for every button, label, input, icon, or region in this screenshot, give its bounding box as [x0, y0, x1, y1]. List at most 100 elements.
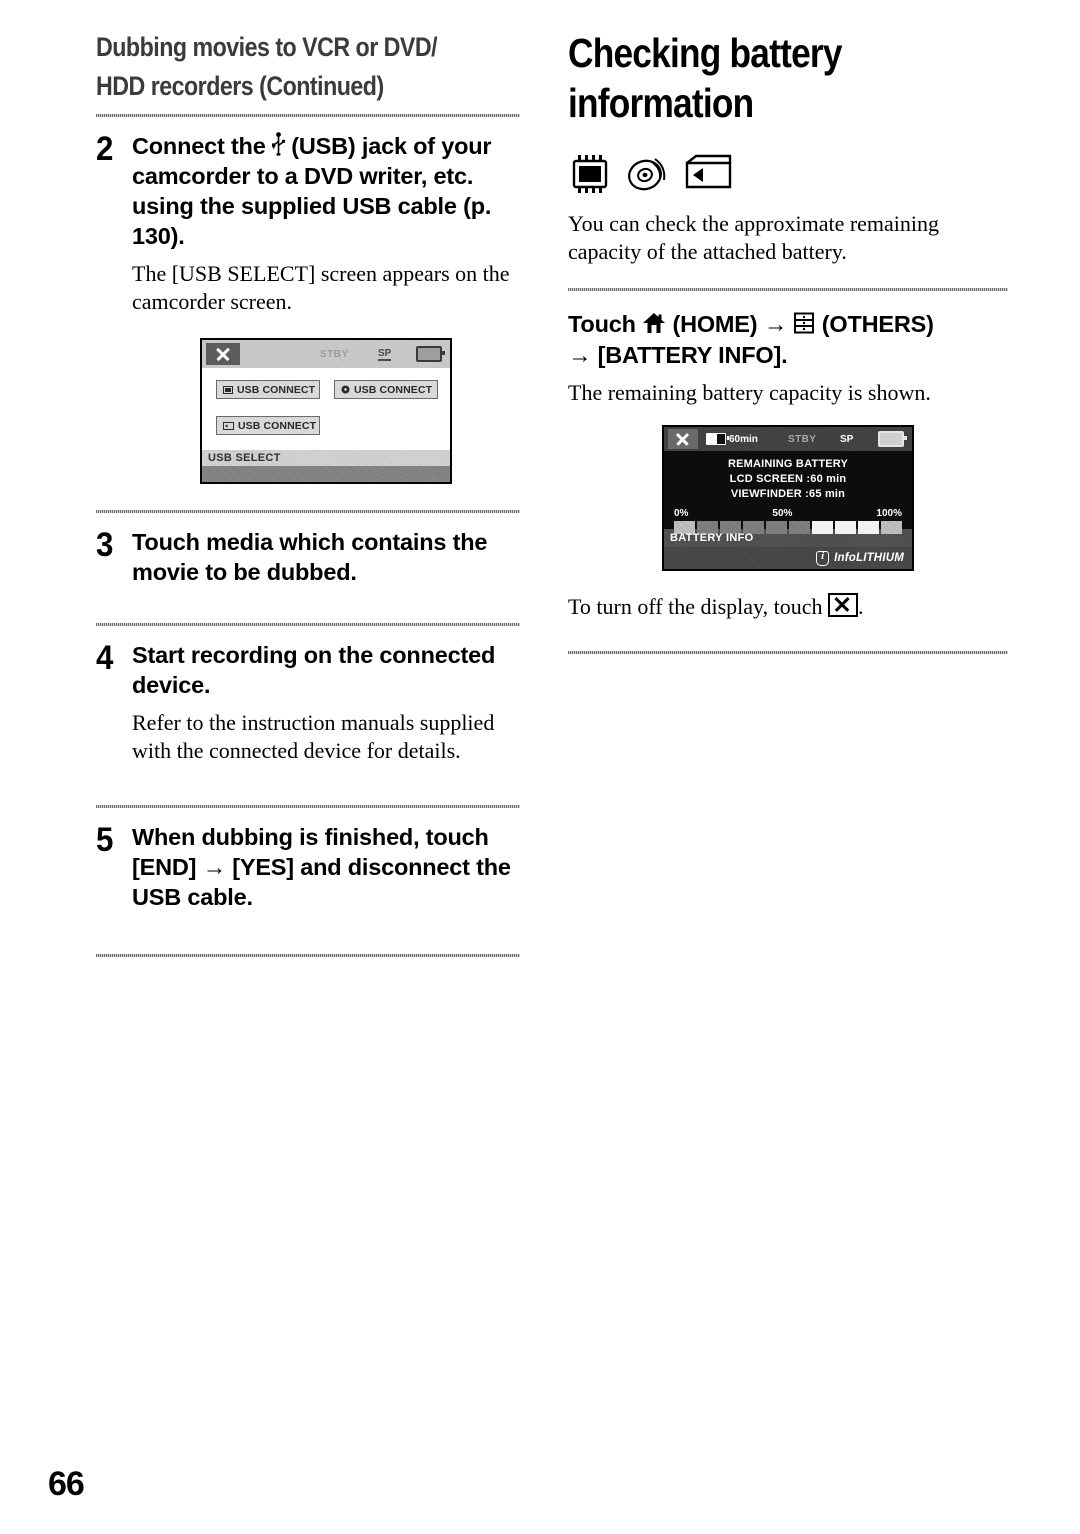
battery-info-body: REMAINING BATTERY LCD SCREEN :60 min VIE… [664, 451, 912, 534]
hdd-icon [568, 154, 612, 194]
page-title: Checking battery information [568, 28, 1007, 128]
step-5-body: When dubbing is finished, touch [END] → … [132, 822, 520, 912]
close-x-icon [827, 593, 858, 617]
usb-screen-topbar: STBY SP [202, 340, 450, 368]
usb-connect-disc-button[interactable]: USB CONNECT [334, 380, 438, 399]
after-touch-text: The remaining battery capacity is shown. [568, 380, 931, 405]
touch-prefix: Touch [568, 311, 636, 337]
remaining-battery-title: REMAINING BATTERY [727, 458, 849, 470]
viewfinder-time: VIEWFINDER :65 min [730, 488, 846, 500]
page-title-line-1: Checking battery [568, 30, 842, 76]
page-title-line-2: information [568, 80, 754, 126]
caption-prefix: To turn off the display, touch [568, 594, 823, 619]
manual-page: Dubbing movies to VCR or DVD/ HDD record… [0, 0, 1080, 1534]
step-4-note: Refer to the instruction manuals supplie… [132, 710, 495, 763]
step-2-note: The [USB SELECT] screen appears on the c… [132, 261, 510, 314]
battery-level-icon [878, 431, 907, 447]
divider-rule [568, 288, 1008, 291]
lcd-screen-time: LCD SCREEN :60 min [729, 473, 847, 485]
usb-connect-hdd-button[interactable]: USB CONNECT [216, 380, 320, 399]
battery-screen-mode: SP [840, 433, 854, 445]
battery-info-label: [BATTERY INFO]. [597, 342, 788, 368]
battery-info-screen: 60min STBY SP REMAINING BATTERY LCD SCRE… [662, 425, 914, 571]
usb-connect-disc-label: USB CONNECT [354, 383, 433, 396]
battery-screen-bottom-band: InfoLITHIUM [664, 547, 912, 569]
step-4-body: Start recording on the connected device.… [132, 640, 520, 765]
gauge-segment [835, 521, 856, 534]
caption-suffix: . [857, 594, 864, 619]
gauge-segment [789, 521, 810, 534]
turn-off-display-caption: To turn off the display, touch . [568, 593, 1008, 621]
battery-icon [706, 433, 729, 445]
usb-screen-bottom-band [202, 466, 450, 482]
gauge-segment [881, 521, 902, 534]
divider-rule [96, 114, 520, 117]
page-number: 66 [48, 1465, 85, 1503]
step-5-heading: When dubbing is finished, touch [END] → … [132, 824, 511, 910]
gauge-label-0: 0% [674, 508, 689, 519]
running-head-line-2: HDD recorders (Continued) [96, 71, 384, 101]
battery-time-value: 60min [729, 433, 758, 445]
gauge-segment [812, 521, 833, 534]
usb-connect-hdd-label: USB CONNECT [237, 383, 316, 396]
step-3-number: 3 [96, 526, 114, 564]
step-2-body: Connect the (USB) jack of your camcorder… [132, 131, 520, 484]
gauge-label-50: 50% [772, 508, 793, 519]
divider-rule [96, 510, 520, 513]
disc-icon [626, 154, 670, 194]
memory-card-icon [684, 154, 734, 194]
step-3-body: Touch media which contains the movie to … [132, 527, 520, 587]
hdd-icon [223, 385, 233, 394]
battery-screen-topbar: 60min STBY SP [664, 427, 912, 451]
close-x-button[interactable] [668, 429, 698, 449]
gauge-labels: 0% 50% 100% [672, 508, 904, 521]
arrow-2: → [568, 342, 592, 368]
arrow-1: → [763, 311, 788, 337]
step-4-number: 4 [96, 639, 114, 677]
left-column: Dubbing movies to VCR or DVD/ HDD record… [96, 28, 520, 971]
disc-icon [341, 385, 350, 394]
intro-text: You can check the approximate remaining … [568, 211, 940, 264]
media-icon-row [568, 154, 1008, 194]
step-3: 3 Touch media which contains the movie t… [96, 527, 520, 587]
others-label: (OTHERS) [821, 311, 934, 337]
step-2-heading: Connect the (USB) jack of your camcorder… [132, 131, 520, 251]
usb-connect-memory-button[interactable]: USB CONNECT [216, 416, 320, 435]
step-5-number: 5 [96, 821, 114, 859]
divider-rule [568, 651, 1008, 654]
close-x-button[interactable] [206, 343, 240, 365]
step-2: 2 Connect the (USB) jack of your camcord… [96, 131, 520, 484]
home-icon [642, 312, 666, 334]
gauge-label-100: 100% [876, 508, 902, 519]
usb-select-footer-label: USB SELECT [202, 450, 450, 466]
running-head: Dubbing movies to VCR or DVD/ HDD record… [96, 28, 519, 106]
gauge-segment [858, 521, 879, 534]
step-3-heading: Touch media which contains the movie to … [132, 529, 488, 585]
battery-screen-stby: STBY [788, 433, 817, 445]
divider-rule [96, 623, 520, 626]
gauge-segment [766, 521, 787, 534]
step-2-heading-prefix: Connect the [132, 133, 266, 159]
divider-rule [96, 805, 520, 808]
touch-path-instruction: Touch (HOME) → (OTHERS) → [BATTERY INFO]… [568, 309, 1008, 371]
home-label: (HOME) [672, 311, 758, 337]
info-badge-icon [816, 550, 830, 566]
usb-icon [271, 132, 285, 156]
right-column: Checking battery information You can che… [568, 28, 1008, 672]
usb-connect-memory-label: USB CONNECT [238, 419, 317, 432]
step-4-heading: Start recording on the connected device. [132, 642, 496, 698]
step-5: 5 When dubbing is finished, touch [END] … [96, 822, 520, 912]
divider-rule [96, 954, 520, 957]
battery-time-indicator: 60min [706, 433, 758, 445]
usb-connect-buttons: USB CONNECT USB CONNECT USB CONNECT [202, 368, 450, 450]
infolithium-brand: InfoLITHIUM [834, 552, 904, 564]
usb-screen-mode: SP [378, 347, 392, 361]
usb-select-screen: STBY SP USB CONNECT USB CONNECT USB CONN… [200, 338, 452, 484]
step-4: 4 Start recording on the connected devic… [96, 640, 520, 765]
usb-screen-stby: STBY [320, 348, 349, 360]
running-head-line-1: Dubbing movies to VCR or DVD/ [96, 32, 438, 62]
memory-card-icon [223, 421, 234, 430]
others-icon [793, 312, 815, 334]
step-2-number: 2 [96, 130, 114, 168]
battery-icon [416, 346, 445, 362]
